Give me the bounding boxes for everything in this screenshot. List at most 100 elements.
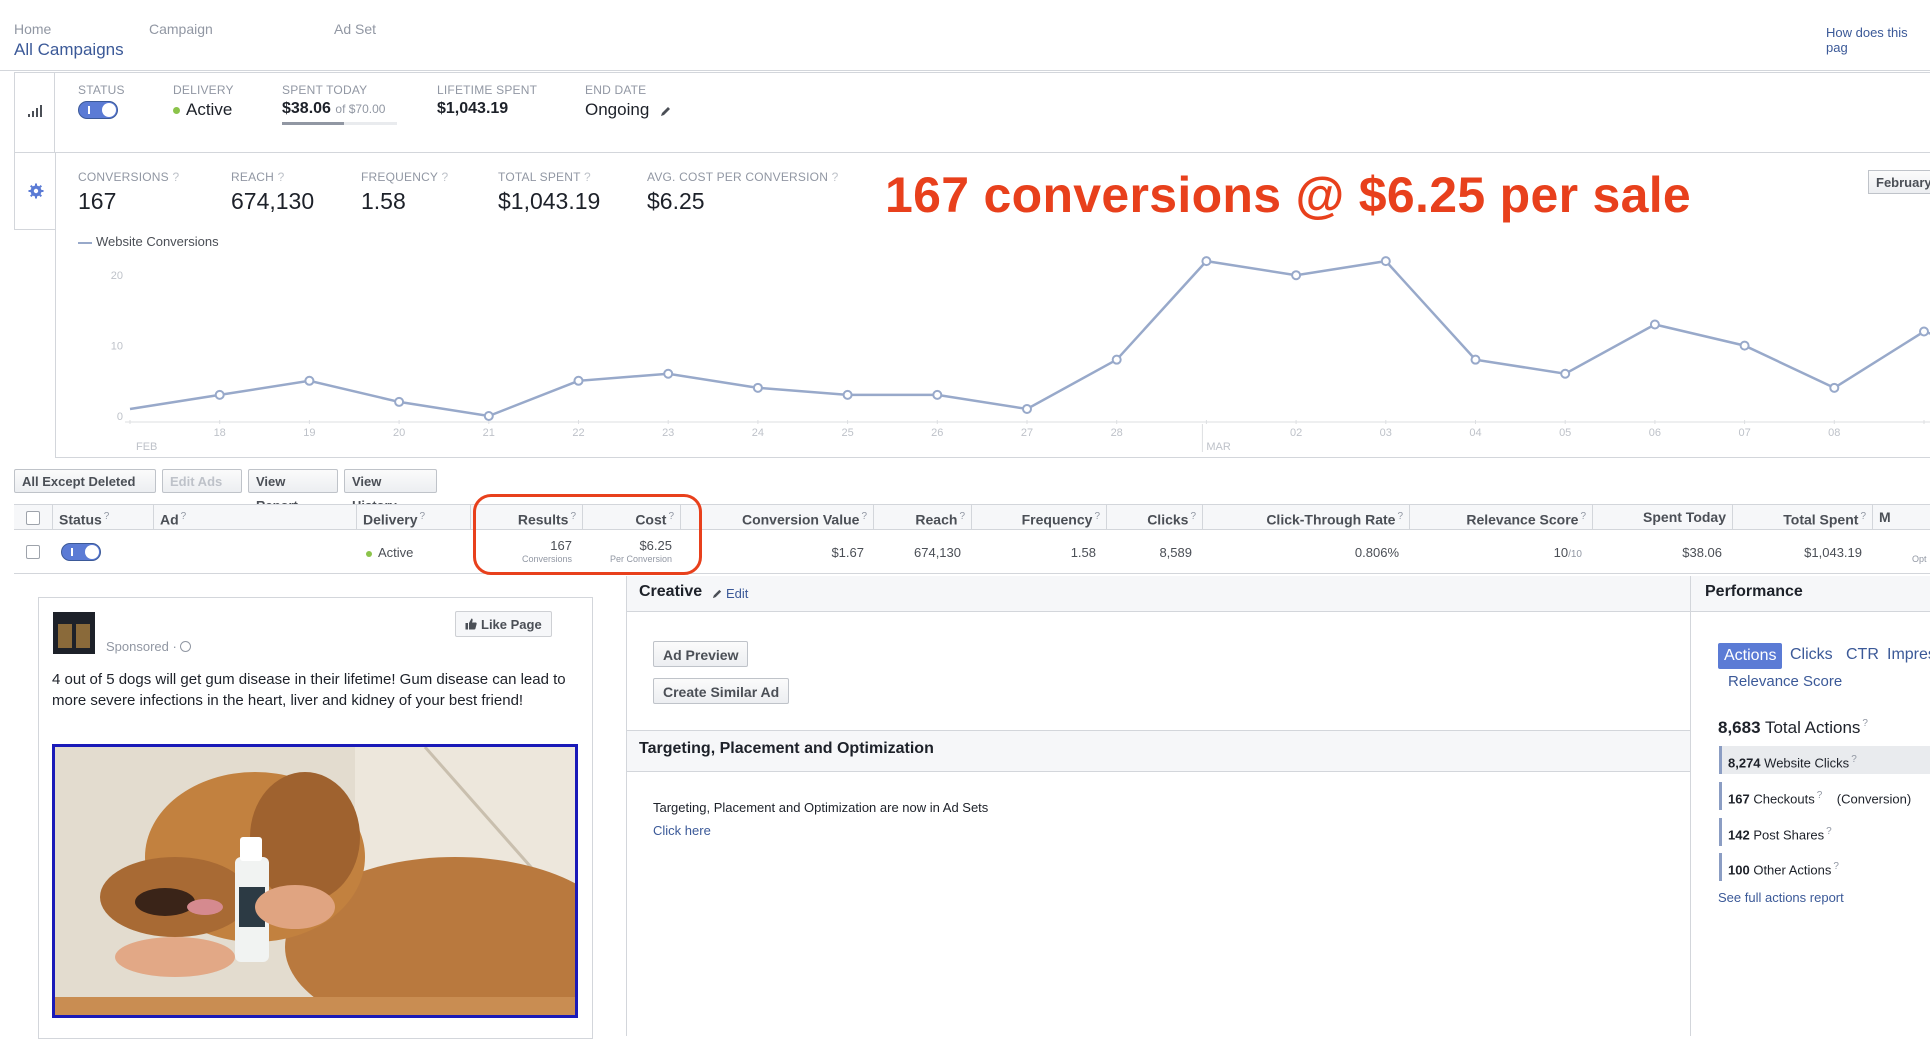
creative-header bbox=[627, 576, 1690, 612]
data-point bbox=[1201, 256, 1212, 267]
sponsored-label: Sponsored · bbox=[106, 639, 192, 654]
data-point bbox=[1291, 270, 1302, 281]
conversions-label: CONVERSIONS ? bbox=[78, 170, 180, 184]
month-label: MAR bbox=[1206, 441, 1231, 453]
x-tick-label: 05 bbox=[1559, 427, 1571, 439]
row-clicks: 8,589 bbox=[1159, 545, 1192, 560]
create-similar-ad-button[interactable]: Create Similar Ad bbox=[653, 678, 790, 704]
view-report-button[interactable]: View Report bbox=[248, 469, 338, 513]
row-delivery: Active bbox=[366, 545, 413, 560]
col-reach[interactable]: Reach? bbox=[873, 504, 971, 530]
avg-cost-label: AVG. COST PER CONVERSION ? bbox=[647, 170, 839, 184]
tab-relevance-score[interactable]: Relevance Score bbox=[1728, 673, 1842, 690]
breadcrumb-home[interactable]: Home bbox=[14, 21, 51, 37]
performance-divider bbox=[1690, 576, 1691, 1036]
x-tick-label: 20 bbox=[393, 427, 405, 439]
col-spent-today[interactable]: Spent Today bbox=[1592, 504, 1732, 530]
targeting-text: Targeting, Placement and Optimization ar… bbox=[653, 800, 989, 815]
tab-impressions[interactable]: Impres bbox=[1887, 646, 1930, 664]
action-row-post-shares[interactable]: 142 Post Shares? bbox=[1719, 818, 1930, 846]
col-ad[interactable]: Ad? bbox=[153, 504, 356, 530]
tab-ctr[interactable]: CTR bbox=[1846, 646, 1879, 664]
full-actions-report-link[interactable]: See full actions report bbox=[1718, 890, 1844, 905]
x-tick-label: 07 bbox=[1738, 427, 1750, 439]
col-status[interactable]: Status? bbox=[52, 504, 153, 530]
data-point bbox=[573, 375, 584, 386]
data-point bbox=[214, 389, 225, 400]
gear-icon[interactable] bbox=[28, 183, 44, 199]
lifetime-label: LIFETIME SPENT bbox=[437, 83, 538, 97]
frequency-value: 1.58 bbox=[361, 188, 406, 214]
breadcrumb-current[interactable]: All Campaigns bbox=[14, 40, 124, 60]
ad-preview-button[interactable]: Ad Preview bbox=[653, 641, 749, 667]
avg-cost-value: $6.25 bbox=[647, 188, 705, 214]
like-page-button[interactable]: Like Page bbox=[455, 611, 552, 637]
avatar-product-right bbox=[76, 624, 90, 648]
x-tick-label: 28 bbox=[1111, 427, 1123, 439]
reach-value: 674,130 bbox=[231, 188, 315, 214]
x-tick-label: 24 bbox=[752, 427, 764, 439]
summary-side bbox=[14, 72, 55, 152]
edit-ads-button[interactable]: Edit Ads bbox=[162, 469, 242, 510]
creative-divider-left bbox=[626, 576, 627, 1036]
breadcrumb-adset[interactable]: Ad Set bbox=[334, 21, 376, 37]
row-ctr: 0.806% bbox=[1354, 545, 1399, 560]
row-status-toggle[interactable] bbox=[61, 543, 101, 561]
pencil-icon[interactable] bbox=[660, 105, 672, 117]
view-history-button[interactable]: View History bbox=[344, 469, 437, 513]
col-frequency[interactable]: Frequency? bbox=[971, 504, 1106, 530]
x-tick-label: 23 bbox=[662, 427, 674, 439]
targeting-link[interactable]: Click here bbox=[653, 823, 711, 838]
select-all-checkbox[interactable] bbox=[26, 511, 40, 525]
x-tick-label: 26 bbox=[931, 427, 943, 439]
dog-photo bbox=[55, 747, 575, 1015]
row-reach: 674,130 bbox=[914, 545, 961, 560]
delivery-label: DELIVERY bbox=[173, 83, 234, 97]
row-frequency: 1.58 bbox=[1070, 545, 1096, 560]
col-clicks[interactable]: Clicks? bbox=[1106, 504, 1202, 530]
delivery-value: Active bbox=[173, 100, 232, 120]
y-tick-label: 10 bbox=[111, 341, 123, 353]
creative-edit-link[interactable]: Edit bbox=[712, 586, 748, 601]
data-point bbox=[663, 368, 674, 379]
status-toggle[interactable] bbox=[78, 101, 118, 119]
total-actions: 8,683 Total Actions? bbox=[1718, 718, 1868, 737]
data-point bbox=[1919, 326, 1929, 337]
lifetime-value: $1,043.19 bbox=[437, 100, 509, 117]
filter-dropdown[interactable]: All Except Deleted bbox=[14, 469, 156, 510]
col-relevance[interactable]: Relevance Score? bbox=[1409, 504, 1592, 530]
col-delivery[interactable]: Delivery? bbox=[356, 504, 470, 530]
date-range-button[interactable]: February bbox=[1868, 170, 1930, 194]
bar-chart-icon[interactable] bbox=[27, 102, 43, 118]
row-checkbox[interactable] bbox=[26, 545, 40, 559]
row-relevance: 10/10 bbox=[1553, 545, 1582, 560]
end-date-label: END DATE bbox=[585, 83, 647, 97]
action-row-other-actions[interactable]: 100 Other Actions? bbox=[1719, 853, 1930, 881]
reach-label: REACH ? bbox=[231, 170, 285, 184]
performance-title: Performance bbox=[1705, 583, 1803, 600]
col-total-spent[interactable]: Total Spent? bbox=[1732, 504, 1872, 530]
active-dot bbox=[366, 550, 372, 557]
tab-clicks[interactable]: Clicks bbox=[1790, 646, 1833, 664]
data-point bbox=[304, 375, 315, 386]
col-more[interactable]: M bbox=[1872, 504, 1930, 530]
col-ctr[interactable]: Click-Through Rate? bbox=[1202, 504, 1409, 530]
x-tick-label: 22 bbox=[572, 427, 584, 439]
data-point bbox=[483, 411, 494, 421]
action-row-checkouts[interactable]: 167 Checkouts? (Conversion) bbox=[1719, 782, 1930, 810]
help-link[interactable]: How does this pag bbox=[1826, 25, 1930, 55]
header-divider bbox=[0, 70, 1930, 71]
spent-progress-fill bbox=[282, 122, 345, 125]
action-row-website-clicks[interactable]: 8,274 Website Clicks? bbox=[1719, 746, 1930, 774]
data-point bbox=[394, 396, 405, 407]
col-conversion-value[interactable]: Conversion Value? bbox=[680, 504, 873, 530]
series-line bbox=[129, 259, 1930, 418]
tab-actions[interactable]: Actions bbox=[1718, 643, 1783, 669]
x-tick-label: 18 bbox=[214, 427, 226, 439]
breadcrumb-campaign[interactable]: Campaign bbox=[149, 21, 213, 37]
pencil-icon bbox=[712, 589, 722, 599]
spent-today-label: SPENT TODAY bbox=[282, 83, 368, 97]
end-date-value[interactable]: Ongoing bbox=[585, 100, 672, 120]
x-tick-label: 21 bbox=[483, 427, 495, 439]
data-point bbox=[1022, 403, 1032, 414]
